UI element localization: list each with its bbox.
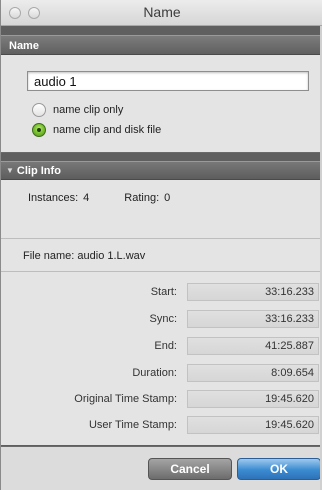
time-value: 19:45.620 xyxy=(187,416,319,434)
time-row-sync: Sync: 33:16.233 xyxy=(1,310,322,328)
rating-value: 0 xyxy=(164,192,171,204)
clip-info-title: Clip Info xyxy=(16,165,61,177)
radio-button-selected-icon[interactable] xyxy=(32,123,46,137)
name-panel: name clip only name clip and disk file xyxy=(1,55,322,153)
time-row-end: End: 41:25.887 xyxy=(1,337,322,355)
time-value: 8:09.654 xyxy=(187,364,319,382)
window-title: Name xyxy=(143,4,181,20)
clip-info-panel: Instances: 4 Rating: 0 File name: audio … xyxy=(1,180,322,445)
clip-name-input[interactable] xyxy=(27,71,309,91)
radio-button-icon[interactable] xyxy=(32,103,46,117)
radio-label: name clip only xyxy=(53,104,124,116)
cancel-button[interactable]: Cancel xyxy=(148,458,232,480)
radio-name-clip-and-disk-file[interactable]: name clip and disk file xyxy=(32,122,161,138)
time-label: Original Time Stamp: xyxy=(74,393,177,405)
rating-label: Rating: xyxy=(124,192,160,204)
name-section-header: Name xyxy=(1,35,322,55)
instances-value: 4 xyxy=(83,192,90,204)
time-value: 33:16.233 xyxy=(187,283,319,301)
name-dialog: Name Name name clip only name clip and d… xyxy=(0,0,322,490)
divider xyxy=(1,238,322,239)
time-row-user-time-stamp: User Time Stamp: 19:45.620 xyxy=(1,416,322,434)
time-value: 19:45.620 xyxy=(187,390,319,408)
time-value: 41:25.887 xyxy=(187,337,319,355)
instances-label: Instances: xyxy=(28,192,79,204)
title-bar: Name xyxy=(1,0,322,26)
time-label: User Time Stamp: xyxy=(88,419,177,431)
time-label: Start: xyxy=(150,286,177,298)
time-row-start: Start: 33:16.233 xyxy=(1,283,322,301)
time-label: Duration: xyxy=(132,367,177,379)
time-value: 33:16.233 xyxy=(187,310,319,328)
clip-stats: Instances: 4 Rating: 0 xyxy=(28,192,175,204)
clip-info-header[interactable]: ▼ Clip Info xyxy=(1,161,322,180)
time-row-duration: Duration: 8:09.654 xyxy=(1,364,322,382)
divider xyxy=(1,271,322,272)
dialog-footer: Cancel OK xyxy=(1,446,322,490)
file-name: File name: audio 1.L.wav xyxy=(23,250,146,262)
time-label: Sync: xyxy=(149,313,177,325)
radio-label: name clip and disk file xyxy=(53,124,162,136)
disclosure-triangle-icon[interactable]: ▼ xyxy=(6,166,14,175)
time-row-original-time-stamp: Original Time Stamp: 19:45.620 xyxy=(1,390,322,408)
radio-name-clip-only[interactable]: name clip only xyxy=(32,102,123,118)
time-label: End: xyxy=(154,340,177,352)
ok-button[interactable]: OK xyxy=(237,458,321,480)
